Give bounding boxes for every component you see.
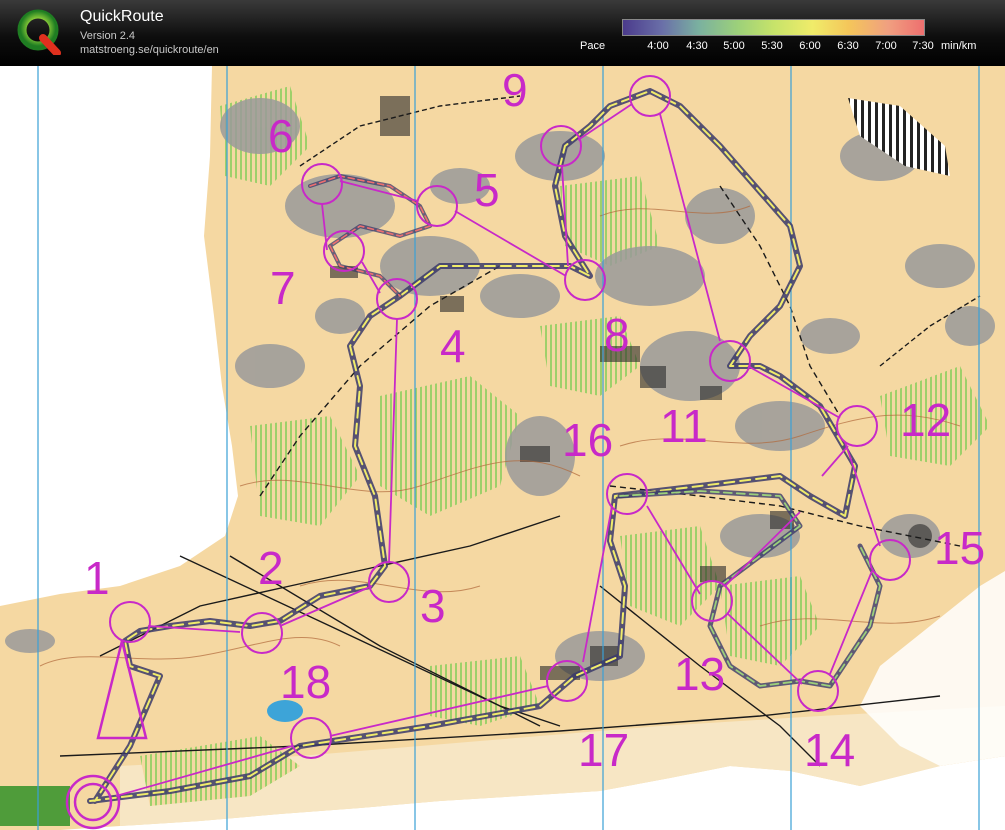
orienteering-map[interactable]: 1 2 3 4 5 6 7 8 9 11 12 13 14 15 16 17 18 [0,66,1005,830]
control-number-8: 8 [604,309,630,361]
control-number-9: 9 [502,66,528,116]
pace-tick-label: 4:00 [647,40,669,52]
control-number-18: 18 [280,656,331,708]
control-number-5: 5 [474,164,500,216]
control-number-4: 4 [440,320,466,372]
map-canvas[interactable]: 1 2345678911 12131415161718 [0,66,1005,830]
pace-tick-label: 7:30 [912,40,934,52]
control-number-14: 14 [804,724,855,776]
control-number-13: 13 [674,648,725,700]
pace-tick-label: 6:00 [799,40,821,52]
control-number-17: 17 [578,724,629,776]
control-number-6: 6 [268,110,294,162]
pace-label: Pace [580,40,606,52]
pace-tick-label: 7:00 [875,40,897,52]
quickroute-logo-icon [17,9,61,55]
header-bar: QuickRoute Version 2.4 matstroeng.se/qui… [0,0,1005,66]
app-title: QuickRoute [80,8,164,25]
pace-tick-label: 5:30 [761,40,783,52]
pace-tick-label: 6:30 [837,40,859,52]
control-number-11: 11 [660,400,708,452]
pace-color-scale [622,19,925,36]
control-number-1: 1 [84,552,110,604]
pace-tick-label: 4:30 [686,40,708,52]
control-number-7: 7 [270,262,296,314]
control-number-2: 2 [258,542,284,594]
app-version: Version 2.4 [80,30,136,42]
control-number-16: 16 [562,414,613,466]
pace-ticks: 4:00 4:30 5:00 5:30 6:00 6:30 7:00 7:30 [622,40,933,54]
pace-unit: min/km [941,40,977,52]
app-url[interactable]: matstroeng.se/quickroute/en [80,44,219,56]
pace-tick-label: 5:00 [723,40,745,52]
control-number-15: 15 [934,522,985,574]
control-number-12: 12 [900,394,951,446]
control-number-3: 3 [420,580,446,632]
